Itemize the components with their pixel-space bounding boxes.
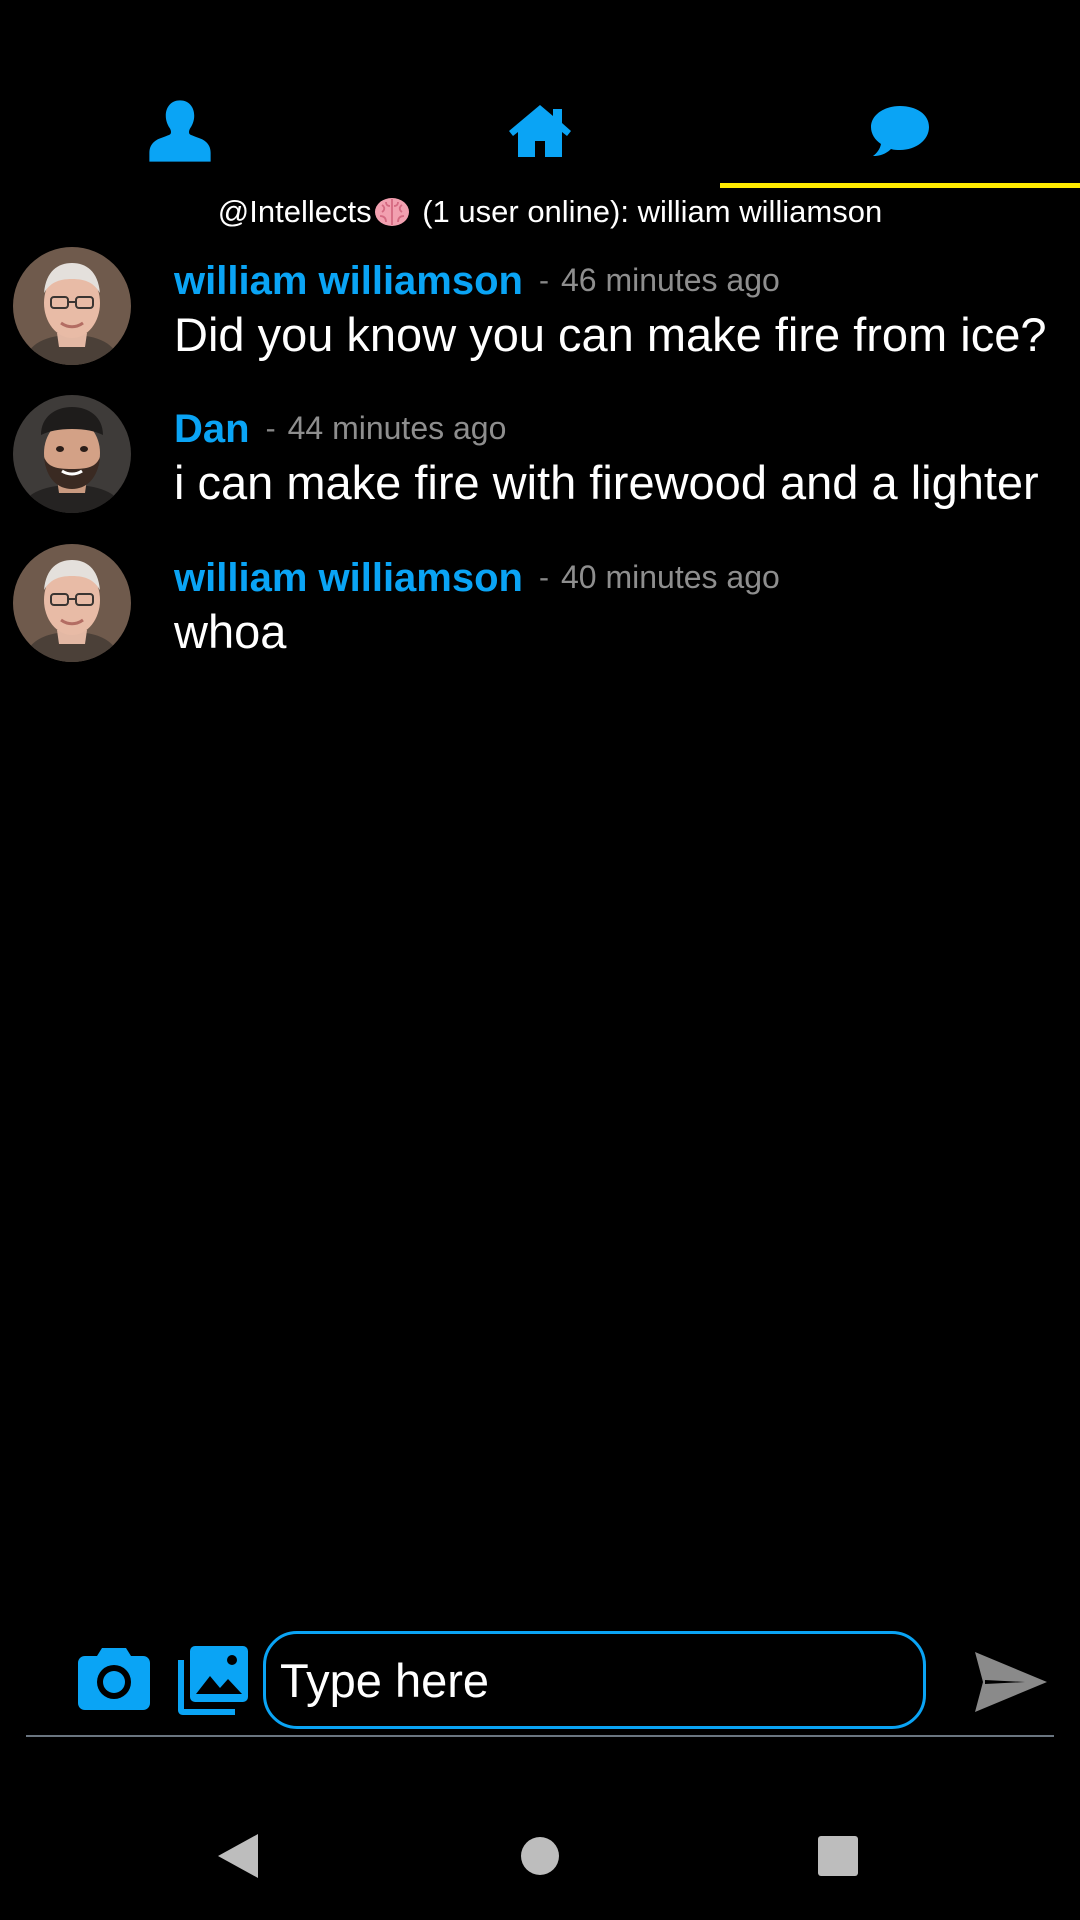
room-name: @Intellects — [217, 194, 372, 229]
separator: - — [538, 264, 549, 297]
tab-chat[interactable] — [720, 72, 1080, 190]
avatar[interactable] — [13, 247, 131, 365]
home-icon — [509, 105, 571, 157]
composer-divider — [26, 1735, 1054, 1737]
chat-bubble-icon — [871, 106, 929, 156]
author-name[interactable]: william williamson — [174, 259, 523, 303]
active-tab-indicator — [720, 183, 1080, 188]
top-tab-bar — [0, 72, 1080, 190]
timestamp: 46 minutes ago — [560, 262, 780, 298]
avatar[interactable] — [13, 544, 131, 662]
avatar[interactable] — [13, 395, 131, 513]
message-input[interactable] — [278, 1651, 902, 1709]
message-header: william williamson -46 minutes ago — [174, 255, 780, 306]
message-text: i can make fire with firewood and a ligh… — [174, 456, 1039, 509]
message-input-container — [263, 1631, 926, 1729]
room-status: (1 user online): william williamson — [422, 194, 883, 229]
person-icon — [149, 100, 211, 162]
image-gallery-icon — [178, 1646, 248, 1715]
back-icon[interactable] — [216, 1832, 260, 1880]
message-text: whoa — [174, 605, 287, 658]
separator: - — [265, 412, 276, 445]
separator: - — [538, 561, 549, 594]
room-header: @Intellects (1 user online): william wil… — [0, 192, 1080, 232]
timestamp: 40 minutes ago — [560, 559, 780, 595]
author-name[interactable]: Dan — [174, 407, 250, 451]
gallery-button[interactable] — [176, 1644, 250, 1721]
tab-home[interactable] — [360, 72, 720, 190]
brain-icon — [374, 198, 409, 226]
send-icon — [975, 1652, 1047, 1712]
message-composer — [0, 1628, 1080, 1738]
message-header: Dan -44 minutes ago — [174, 403, 506, 454]
home-circle-icon[interactable] — [520, 1836, 560, 1876]
message-item: Dan -44 minutes ago i can make fire with … — [0, 395, 1080, 525]
message-item: william williamson -46 minutes ago Did yo… — [0, 247, 1080, 377]
message-text: Did you know you can make fire from ice? — [174, 308, 1047, 361]
camera-icon — [78, 1648, 150, 1710]
system-nav-bar — [0, 1800, 1080, 1920]
send-button[interactable] — [973, 1650, 1049, 1719]
author-name[interactable]: william williamson — [174, 556, 523, 600]
tab-profile[interactable] — [0, 72, 360, 190]
camera-button[interactable] — [78, 1646, 150, 1715]
message-header: william williamson -40 minutes ago — [174, 552, 780, 603]
timestamp: 44 minutes ago — [287, 410, 507, 446]
message-item: william williamson -40 minutes ago whoa — [0, 544, 1080, 674]
recents-icon[interactable] — [818, 1836, 858, 1876]
